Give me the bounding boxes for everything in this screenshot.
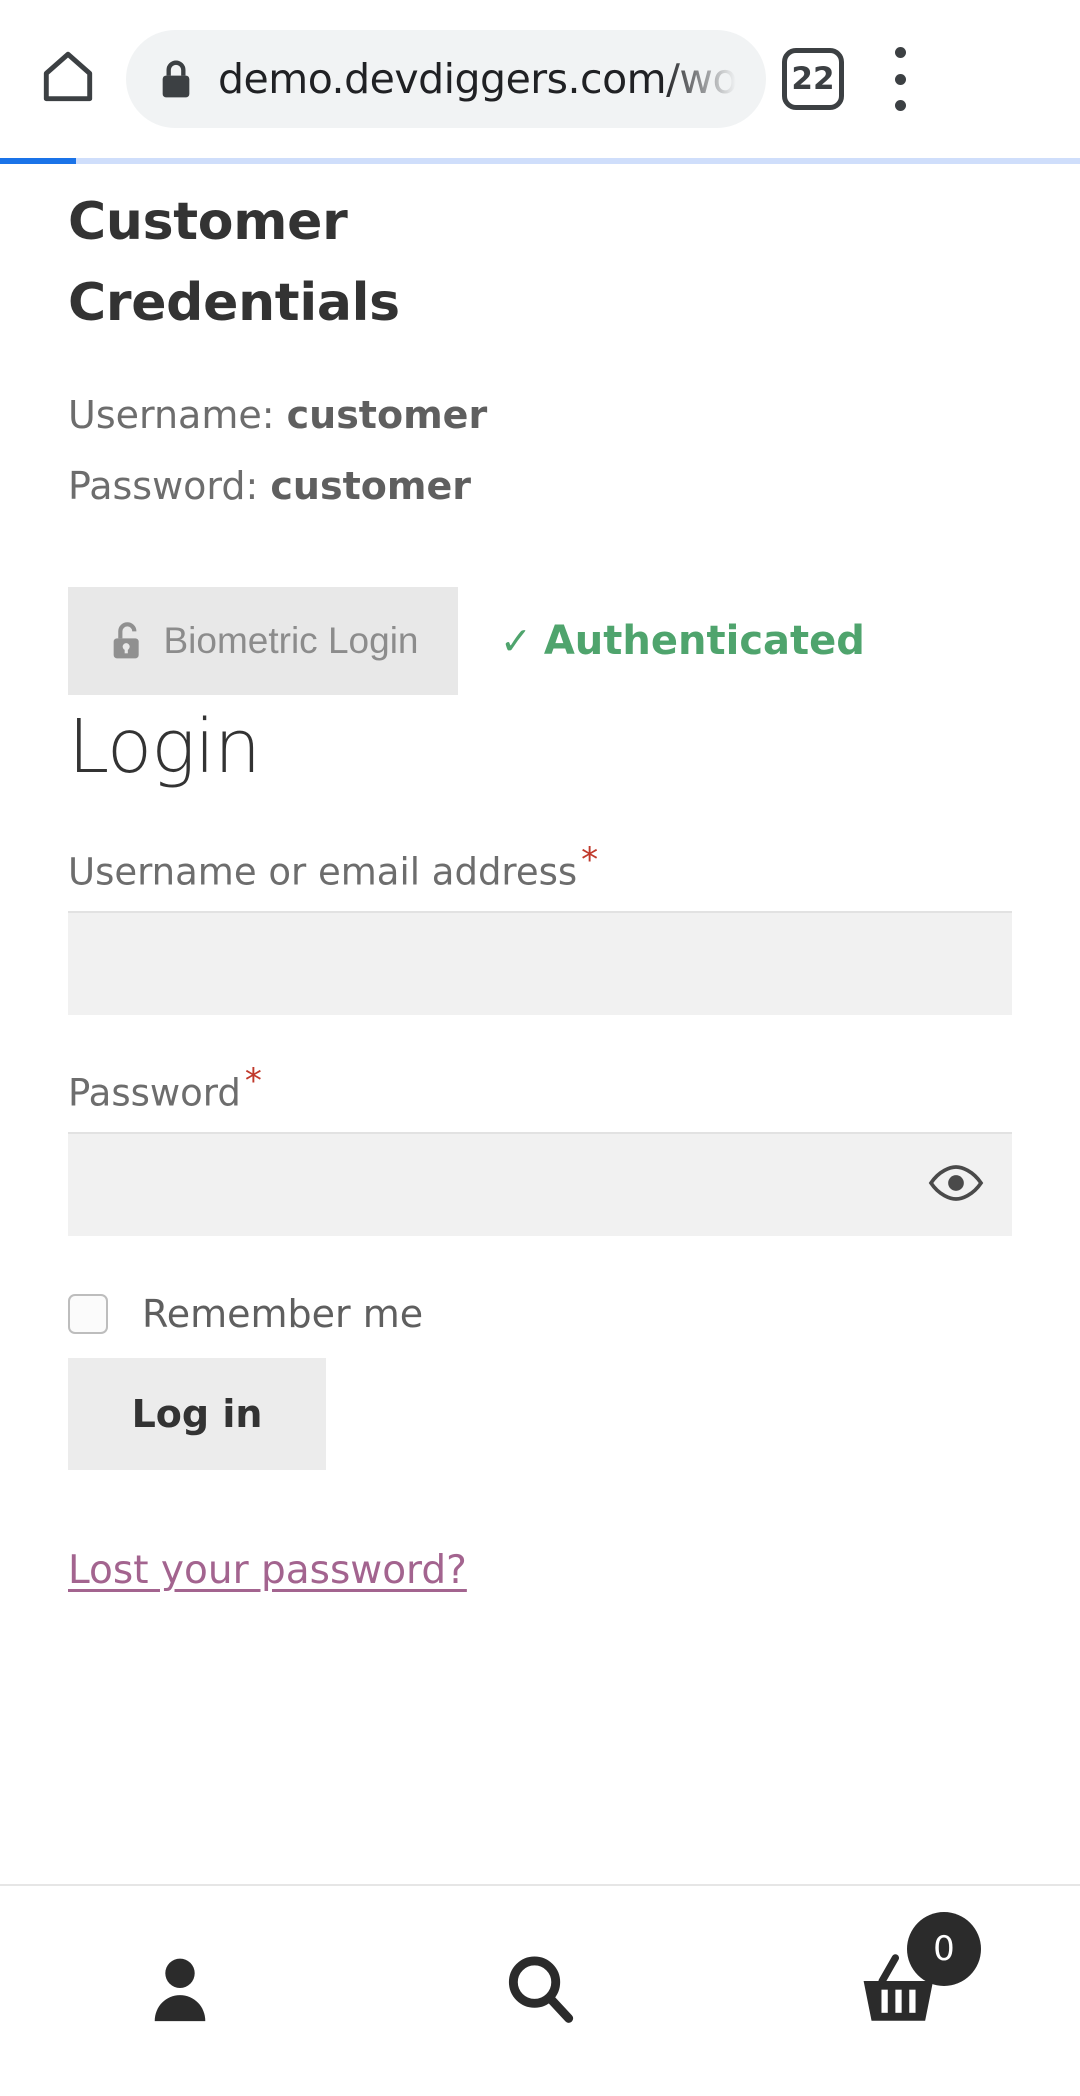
remember-me-label: Remember me [142, 1292, 424, 1337]
username-field-group: Username or email address * [68, 840, 1012, 1016]
required-asterisk: * [581, 839, 599, 880]
password-label-text: Password [68, 1071, 241, 1115]
url-text: demo.devdiggers.com/woo [218, 55, 736, 103]
remember-me-row[interactable]: Remember me [68, 1292, 1012, 1336]
nav-item-search[interactable] [360, 1886, 720, 2096]
credential-password-label: Password: [68, 464, 259, 509]
nav-item-cart[interactable]: 0 [720, 1886, 1080, 2096]
tab-count-label: 22 [791, 61, 835, 97]
overflow-menu-icon[interactable] [870, 41, 930, 117]
search-icon [499, 1948, 581, 2034]
home-button[interactable] [22, 33, 114, 125]
browser-toolbar: demo.devdiggers.com/woo 22 [0, 0, 1080, 158]
remember-me-checkbox[interactable] [68, 1294, 108, 1335]
credentials-title: Customer Credentials [68, 192, 400, 333]
authentication-status-label: Authenticated [543, 618, 865, 665]
username-label-text: Username or email address [68, 850, 578, 894]
toggle-password-visibility-button[interactable] [924, 1152, 988, 1216]
page-content: Customer Credentials Username: customer … [0, 164, 1080, 1884]
password-field-label: Password * [68, 1061, 1012, 1114]
mobile-browser-screen: demo.devdiggers.com/woo 22 Customer Cred… [0, 0, 1080, 2096]
authentication-status: ✓ Authenticated [500, 618, 865, 664]
credential-username-line: Username: customer [68, 387, 1012, 444]
account-icon [139, 1948, 221, 2034]
home-icon [37, 46, 99, 112]
credential-username-label: Username: [68, 393, 275, 438]
lock-icon [156, 56, 196, 102]
password-field-group: Password * [68, 1061, 1012, 1237]
lost-password-link[interactable]: Lost your password? [68, 1548, 467, 1593]
credential-password-value: customer [270, 464, 471, 509]
biometric-login-label: Biometric Login [163, 620, 419, 662]
tab-switcher-button[interactable]: 22 [782, 48, 844, 110]
password-input-wrapper [68, 1132, 1012, 1237]
biometric-row: Biometric Login ✓ Authenticated [68, 587, 1012, 696]
credential-username-value: customer [286, 393, 488, 438]
nav-item-account[interactable] [0, 1886, 360, 2096]
bottom-navigation-bar: 0 [0, 1884, 1080, 2096]
biometric-login-button[interactable]: Biometric Login [68, 587, 458, 696]
username-input[interactable] [68, 911, 1012, 1016]
required-asterisk: * [244, 1061, 262, 1102]
login-submit-button[interactable]: Log in [68, 1358, 326, 1471]
login-heading: Login [68, 704, 261, 791]
eye-icon [928, 1164, 984, 1205]
cart-count-badge: 0 [907, 1912, 981, 1986]
cart-icon-wrapper: 0 [857, 1912, 981, 2034]
unlock-icon [107, 617, 147, 666]
check-icon: ✓ [500, 619, 532, 664]
credential-password-line: Password: customer [68, 458, 1012, 515]
password-input[interactable] [68, 1132, 1012, 1237]
address-bar[interactable]: demo.devdiggers.com/woo [126, 30, 766, 128]
username-field-label: Username or email address * [68, 840, 1012, 893]
